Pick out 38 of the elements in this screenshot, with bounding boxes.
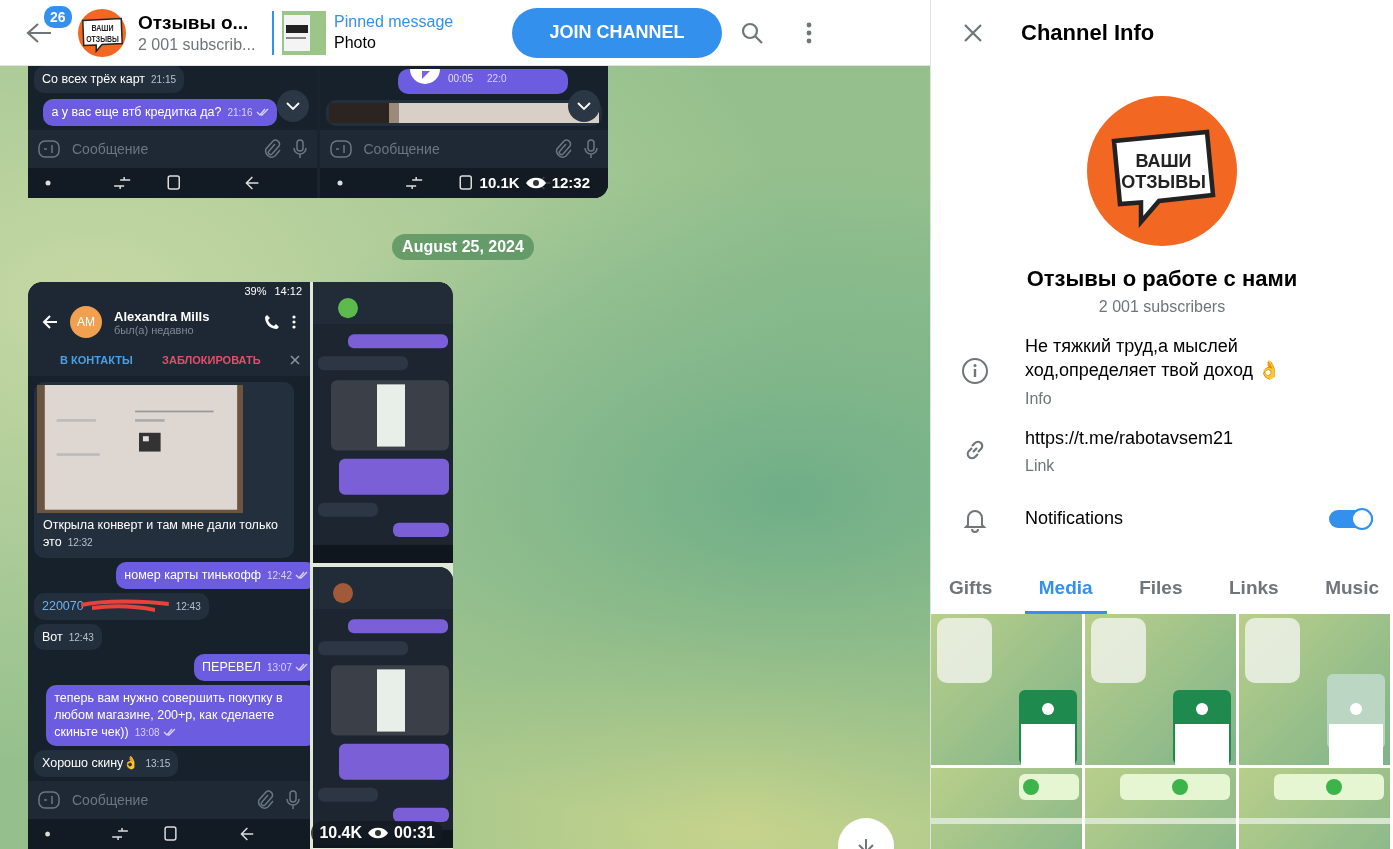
- channel-description: Не тяжкий труд,а мыслей ход,определяет твой доход 👌: [1025, 335, 1282, 383]
- outgoing-message: а у вас еще втб кредитка да? 21:16: [43, 99, 277, 126]
- panel-title: Channel Info: [1021, 20, 1155, 46]
- outgoing-message: ПЕРЕВЕЛ 13:07: [194, 654, 310, 682]
- battery-level: 39%: [244, 285, 267, 297]
- media-tab[interactable]: Files: [1125, 568, 1197, 614]
- row-caption: Info: [1025, 389, 1053, 408]
- photo-message: Открыла конверт и там мне дали только это 12:32: [34, 382, 294, 558]
- channel-title[interactable]: Отзывы о...: [138, 11, 268, 34]
- contact-status: был(а) недавно: [114, 323, 195, 336]
- outgoing-message: теперь вам нужно совершить покупку в любом магазине, 200+р, как сделаете скиньте чек)) 13:08: [46, 685, 310, 746]
- notifications-label: Notifications: [1025, 508, 1125, 530]
- media-tab[interactable]: Links: [1215, 568, 1293, 614]
- date-chip: August 25, 2024: [392, 234, 534, 260]
- incoming-message: Вот 12:43: [34, 623, 102, 651]
- contact-name: Alexandra Mills: [114, 308, 211, 324]
- channel-name: Отзывы о работе с нами: [1026, 266, 1298, 292]
- incoming-message: Со всех трёх карт 21:15: [34, 66, 185, 94]
- subscriber-count: 2 001 subscribers: [1098, 298, 1226, 316]
- outgoing-message: номер карты тинькофф 12:42: [116, 561, 310, 589]
- channel-logo: ВАШИ ОТЗЫВЫ: [78, 8, 126, 57]
- media-tab[interactable]: Gifts: [935, 568, 1007, 614]
- clock-time: 14:12: [274, 285, 302, 297]
- pinned-message[interactable]: Pinned message Photo: [272, 10, 512, 55]
- unread-badge: 26: [42, 3, 74, 30]
- message-input-field[interactable]: Сообщение: [363, 141, 542, 157]
- incoming-message: Хорошо скину👌 13:15: [34, 749, 179, 777]
- contact-avatar: AM: [70, 306, 102, 338]
- incoming-message: 220070 12:43: [34, 592, 209, 620]
- subscriber-count: 2 001 subscrib...: [138, 35, 257, 54]
- channel-logo: ВАШИ ОТЗЫВЫ: [1087, 96, 1237, 246]
- voice-message: 00:05 22:0: [398, 69, 568, 94]
- message-input-field[interactable]: Сообщение: [72, 141, 251, 157]
- media-tab[interactable]: Music: [1311, 568, 1393, 614]
- row-caption: Link: [1025, 456, 1056, 475]
- message-input-field[interactable]: Сообщение: [72, 792, 244, 808]
- join-channel-button[interactable]: JOIN CHANNEL: [512, 7, 722, 58]
- channel-link[interactable]: https://t.me/rabotavsem21: [1025, 425, 1234, 450]
